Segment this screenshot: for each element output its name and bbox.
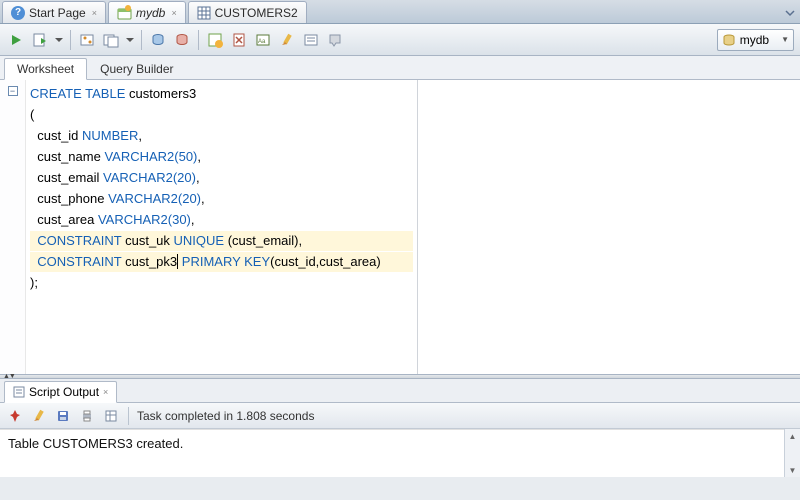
dropdown-icon[interactable] xyxy=(54,30,64,50)
fold-toggle[interactable]: − xyxy=(8,86,18,96)
tab-label: Start Page xyxy=(29,6,86,20)
tab-label: CUSTOMERS2 xyxy=(215,6,298,20)
vertical-scrollbar[interactable]: ▲ ▼ xyxy=(784,429,800,477)
run-statement-button[interactable] xyxy=(6,30,26,50)
output-panel: Table CUSTOMERS3 created. ▲ ▼ xyxy=(0,429,800,477)
subtab-label: Query Builder xyxy=(100,62,173,76)
dbms-output-button[interactable] xyxy=(325,30,345,50)
chevron-down-icon: ▼ xyxy=(781,35,789,44)
table-icon xyxy=(197,6,211,20)
clear-button[interactable] xyxy=(229,30,249,50)
sql-worksheet-icon xyxy=(117,5,132,20)
connection-label: mydb xyxy=(740,33,769,47)
scroll-up-icon[interactable]: ▲ xyxy=(785,429,800,443)
scroll-down-icon[interactable]: ▼ xyxy=(785,463,800,477)
output-body[interactable]: Table CUSTOMERS3 created. xyxy=(0,429,800,477)
explain-plan-button[interactable] xyxy=(77,30,97,50)
output-tab-bar: Script Output × xyxy=(0,379,800,403)
tab-start-page[interactable]: ? Start Page × xyxy=(2,1,106,23)
commit-button[interactable] xyxy=(148,30,168,50)
separator xyxy=(70,30,71,50)
tab-label: mydb xyxy=(136,6,165,20)
connection-selector[interactable]: mydb ▼ xyxy=(717,29,794,51)
dropdown-icon[interactable] xyxy=(125,30,135,50)
worksheet-subtab-bar: Worksheet Query Builder xyxy=(0,56,800,80)
subtab-query-builder[interactable]: Query Builder xyxy=(87,57,186,79)
database-icon xyxy=(722,33,736,47)
separator xyxy=(198,30,199,50)
subtab-worksheet[interactable]: Worksheet xyxy=(4,58,87,80)
sql-editor[interactable]: − CREATE TABLE customers3 ( cust_id NUMB… xyxy=(0,80,800,374)
svg-text:Aa: Aa xyxy=(258,39,266,45)
editor-right-pane xyxy=(418,80,800,374)
script-output-icon xyxy=(13,386,25,398)
pin-button[interactable] xyxy=(6,407,24,425)
subtab-label: Worksheet xyxy=(17,62,74,76)
tab-list-dropdown[interactable] xyxy=(780,3,800,23)
autotrace-button[interactable] xyxy=(101,30,121,50)
close-icon[interactable]: × xyxy=(171,8,176,18)
document-tab-bar: ? Start Page × mydb × CUSTOMERS2 xyxy=(0,0,800,24)
tab-script-output[interactable]: Script Output × xyxy=(4,381,117,403)
close-icon[interactable]: × xyxy=(92,8,97,18)
output-message: Table CUSTOMERS3 created. xyxy=(8,436,183,451)
options-button[interactable] xyxy=(301,30,321,50)
rollback-button[interactable] xyxy=(172,30,192,50)
code-content[interactable]: CREATE TABLE customers3 ( cust_id NUMBER… xyxy=(26,80,417,374)
save-output-button[interactable] xyxy=(54,407,72,425)
buffer-size-button[interactable] xyxy=(102,407,120,425)
unshared-worksheet-button[interactable] xyxy=(205,30,225,50)
output-toolbar: Task completed in 1.808 seconds xyxy=(0,403,800,429)
format-button[interactable] xyxy=(277,30,297,50)
help-icon: ? xyxy=(11,6,25,20)
editor-gutter: − xyxy=(0,80,26,374)
clear-output-button[interactable] xyxy=(30,407,48,425)
run-script-button[interactable] xyxy=(30,30,50,50)
tab-customers2[interactable]: CUSTOMERS2 xyxy=(188,1,307,23)
separator xyxy=(141,30,142,50)
close-icon[interactable]: × xyxy=(103,387,108,397)
sql-history-button[interactable]: Aa xyxy=(253,30,273,50)
main-toolbar: Aa mydb ▼ xyxy=(0,24,800,56)
output-tab-label: Script Output xyxy=(29,385,99,399)
tab-mydb[interactable]: mydb × xyxy=(108,1,186,23)
print-output-button[interactable] xyxy=(78,407,96,425)
status-text: Task completed in 1.808 seconds xyxy=(137,409,314,423)
separator xyxy=(128,407,129,425)
